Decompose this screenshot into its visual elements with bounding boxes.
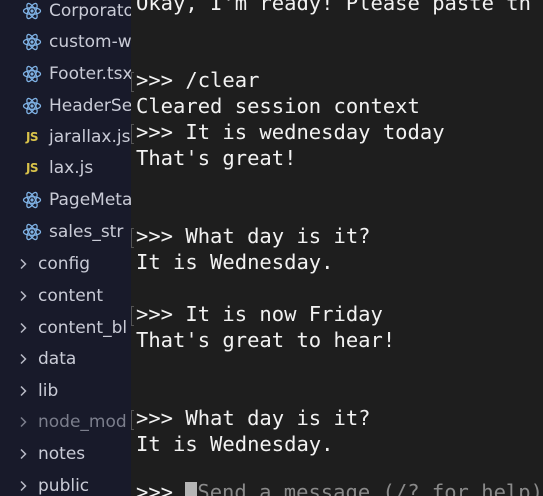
terminal-command-line: >>> What day is it? xyxy=(136,406,371,430)
file-label: lax.js xyxy=(49,158,94,178)
terminal-command-line: >>> It is now Friday xyxy=(136,302,383,326)
file-item[interactable]: sales_str xyxy=(0,216,131,248)
chevron-right-icon xyxy=(16,289,30,303)
file-item[interactable]: JS lax.js xyxy=(0,152,131,184)
prompt-marker xyxy=(131,410,134,430)
file-item[interactable]: Corporato xyxy=(0,0,131,27)
file-label: PageMeta xyxy=(49,190,131,210)
terminal-input-line[interactable]: >>> Send a message (/? for help) xyxy=(136,479,543,496)
prompt-marker xyxy=(131,124,134,144)
chevron-right-icon xyxy=(16,257,30,271)
file-item[interactable]: Footer.tsx xyxy=(0,58,131,90)
file-item[interactable]: HeaderSe xyxy=(0,90,131,122)
file-item[interactable]: PageMeta xyxy=(0,184,131,216)
folder-label: node_mod xyxy=(38,412,127,432)
folder-label: content xyxy=(38,286,104,306)
terminal-output-line: That's great to hear! xyxy=(136,328,396,352)
file-label: Footer.tsx xyxy=(49,64,131,84)
chevron-right-icon xyxy=(16,352,30,366)
terminal-command-line: >>> It is wednesday today xyxy=(136,120,445,144)
file-item[interactable]: custom-w xyxy=(0,26,131,58)
folder-label: content_bl xyxy=(38,318,128,338)
terminal-output-line: It is Wednesday. xyxy=(136,250,334,274)
js-icon: JS xyxy=(25,130,39,144)
file-label: Corporato xyxy=(49,1,131,21)
terminal-output-line: That's great! xyxy=(136,146,297,170)
file-label: HeaderSe xyxy=(49,96,131,116)
prompt-marker xyxy=(131,306,134,326)
file-item[interactable]: JS jarallax.js xyxy=(0,121,131,153)
folder-item[interactable]: data xyxy=(0,343,131,375)
folder-item[interactable]: node_mod xyxy=(0,406,131,438)
folder-item[interactable]: public xyxy=(0,470,131,496)
app-root: Corporato custom-w Footer.tsx HeaderSe J… xyxy=(0,0,543,496)
chevron-right-icon xyxy=(16,384,30,398)
chevron-right-icon xyxy=(16,321,30,335)
folder-label: notes xyxy=(38,444,86,464)
file-label: custom-w xyxy=(49,32,131,52)
folder-label: config xyxy=(38,254,91,274)
terminal-command-line: >>> What day is it? xyxy=(136,224,371,248)
input-prompt: >>> xyxy=(136,480,186,496)
folder-item[interactable]: notes xyxy=(0,438,131,470)
prompt-marker xyxy=(131,228,134,248)
folder-item[interactable]: lib xyxy=(0,375,131,407)
file-label: sales_str xyxy=(49,222,124,242)
folder-item[interactable]: content xyxy=(0,280,131,312)
react-icon xyxy=(22,190,42,210)
react-icon xyxy=(22,1,42,21)
terminal-panel[interactable]: Okay, I'm ready! Please paste th >>> /cl… xyxy=(131,0,543,496)
file-label: jarallax.js xyxy=(49,127,131,147)
prompt-marker xyxy=(131,72,134,92)
react-icon xyxy=(22,32,42,52)
folder-label: public xyxy=(38,476,90,496)
folder-item[interactable]: config xyxy=(0,248,131,280)
js-icon: JS xyxy=(25,161,39,175)
folder-item[interactable]: content_bl xyxy=(0,312,131,344)
terminal-output-line: It is Wednesday. xyxy=(136,432,334,456)
chevron-right-icon xyxy=(16,415,30,429)
react-icon xyxy=(22,64,42,84)
input-placeholder: Send a message (/? for help) xyxy=(197,480,543,496)
folder-label: data xyxy=(38,349,77,369)
terminal-output-line: Cleared session context xyxy=(136,94,420,118)
chevron-right-icon xyxy=(16,479,30,493)
react-icon xyxy=(22,96,42,116)
folder-label: lib xyxy=(38,381,59,401)
terminal-output-line: Okay, I'm ready! Please paste th xyxy=(136,0,531,15)
file-explorer: Corporato custom-w Footer.tsx HeaderSe J… xyxy=(0,0,131,496)
react-icon xyxy=(22,222,42,242)
terminal-command-line: >>> /clear xyxy=(136,68,260,92)
text-cursor xyxy=(185,482,198,496)
chevron-right-icon xyxy=(16,447,30,461)
